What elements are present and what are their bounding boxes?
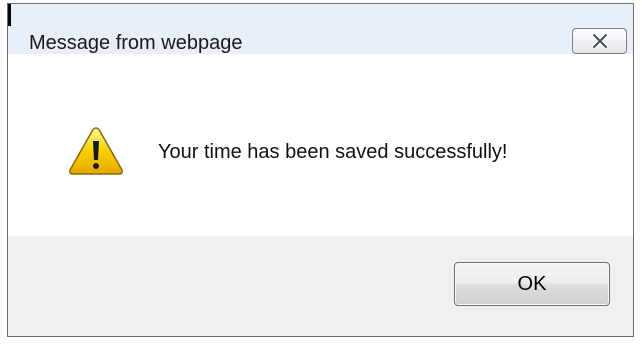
warning-icon <box>69 127 123 175</box>
dialog-titlebar: Message from webpage <box>8 4 633 54</box>
window-edge-shadow <box>8 4 11 26</box>
message-dialog: Message from webpage Your time has been … <box>7 3 634 337</box>
close-icon <box>591 34 608 48</box>
ok-button[interactable]: OK <box>454 262 610 306</box>
dialog-footer: OK <box>8 236 633 336</box>
close-button[interactable] <box>572 28 627 54</box>
dialog-message: Your time has been saved successfully! <box>158 141 508 163</box>
message-area: Your time has been saved successfully! <box>8 54 633 236</box>
dialog-title: Message from webpage <box>29 32 243 54</box>
